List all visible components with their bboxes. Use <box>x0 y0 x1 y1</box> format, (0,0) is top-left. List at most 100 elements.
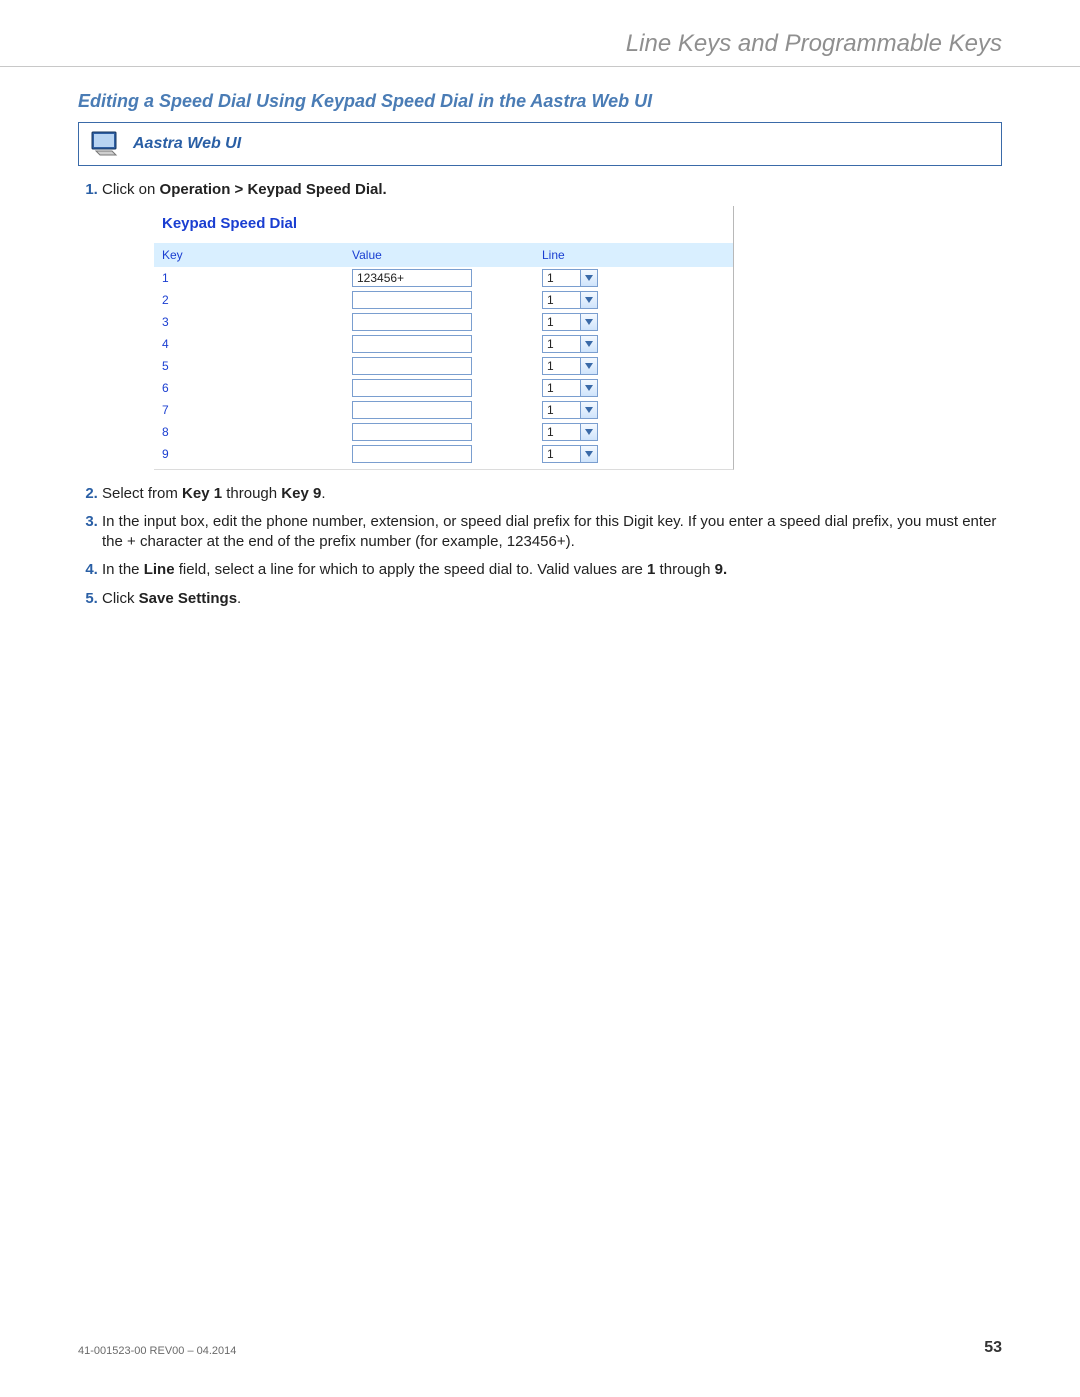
step-4: In the Line field, select a line for whi… <box>102 560 1002 580</box>
line-select-value: 1 <box>542 291 580 309</box>
value-cell <box>344 421 534 443</box>
table-row: 71 <box>154 399 733 421</box>
line-select-value: 1 <box>542 357 580 375</box>
line-cell: 1 <box>534 333 733 355</box>
button-ref: Save Settings <box>139 590 237 607</box>
line-select-value: 1 <box>542 313 580 331</box>
ui-screenshot: Keypad Speed Dial Key Value Line 1121314… <box>154 206 734 469</box>
step-text: . <box>321 485 325 502</box>
doc-reference: 41-001523-00 REV00 – 04.2014 <box>78 1345 236 1357</box>
line-select[interactable]: 1 <box>542 291 598 309</box>
line-select[interactable]: 1 <box>542 357 598 375</box>
table-row: 41 <box>154 333 733 355</box>
line-select[interactable]: 1 <box>542 379 598 397</box>
key-cell: 5 <box>154 355 344 377</box>
key-cell: 7 <box>154 399 344 421</box>
value-cell <box>344 355 534 377</box>
line-cell: 1 <box>534 399 733 421</box>
line-select[interactable]: 1 <box>542 401 598 419</box>
step-2: Select from Key 1 through Key 9. <box>102 484 1002 504</box>
step-text: through <box>655 561 714 578</box>
step-text: In the <box>102 561 144 578</box>
line-select-value: 1 <box>542 445 580 463</box>
key-cell: 1 <box>154 267 344 289</box>
line-cell: 1 <box>534 355 733 377</box>
value-input[interactable] <box>352 379 472 397</box>
chevron-down-icon[interactable] <box>580 335 598 353</box>
step-3: In the input box, edit the phone number,… <box>102 512 1002 553</box>
col-header-line: Line <box>534 243 733 267</box>
line-select[interactable]: 1 <box>542 313 598 331</box>
value-cell <box>344 377 534 399</box>
steps-list: Click on Operation > Keypad Speed Dial. … <box>78 180 1002 609</box>
header-rule <box>0 66 1080 67</box>
panel-title: Keypad Speed Dial <box>154 212 733 242</box>
chevron-down-icon[interactable] <box>580 401 598 419</box>
value-input[interactable] <box>352 269 472 287</box>
step-text: Select from <box>102 485 182 502</box>
value-cell <box>344 443 534 465</box>
chevron-down-icon[interactable] <box>580 379 598 397</box>
value-input[interactable] <box>352 313 472 331</box>
value-cell <box>344 333 534 355</box>
chevron-down-icon[interactable] <box>580 423 598 441</box>
line-select-value: 1 <box>542 379 580 397</box>
step-5: Click Save Settings. <box>102 589 1002 609</box>
key-cell: 4 <box>154 333 344 355</box>
value-input[interactable] <box>352 401 472 419</box>
table-row: 61 <box>154 377 733 399</box>
key-cell: 8 <box>154 421 344 443</box>
section-heading: Editing a Speed Dial Using Keypad Speed … <box>78 91 1002 112</box>
step-text: In the input box, edit the phone number,… <box>102 513 996 550</box>
line-cell: 1 <box>534 311 733 333</box>
key-cell: 9 <box>154 443 344 465</box>
table-row: 11 <box>154 267 733 289</box>
breadcrumb-title: Line Keys and Programmable Keys <box>78 30 1002 58</box>
line-cell: 1 <box>534 443 733 465</box>
step-text: field, select a line for which to apply … <box>175 561 648 578</box>
table-row: 91 <box>154 443 733 465</box>
line-select-value: 1 <box>542 269 580 287</box>
value-input[interactable] <box>352 335 472 353</box>
step-text: through <box>222 485 281 502</box>
chevron-down-icon[interactable] <box>580 357 598 375</box>
col-header-key: Key <box>154 243 344 267</box>
step-text: Click on <box>102 181 160 198</box>
chevron-down-icon[interactable] <box>580 445 598 463</box>
table-row: 31 <box>154 311 733 333</box>
value-cell <box>344 399 534 421</box>
table-row: 81 <box>154 421 733 443</box>
key-cell: 6 <box>154 377 344 399</box>
line-cell: 1 <box>534 421 733 443</box>
line-select[interactable]: 1 <box>542 335 598 353</box>
value-input[interactable] <box>352 445 472 463</box>
key-cell: 3 <box>154 311 344 333</box>
line-select[interactable]: 1 <box>542 269 598 287</box>
value-input[interactable] <box>352 357 472 375</box>
step-text: Click <box>102 590 139 607</box>
value-cell <box>344 267 534 289</box>
page-number: 53 <box>984 1339 1002 1357</box>
table-row: 51 <box>154 355 733 377</box>
chevron-down-icon[interactable] <box>580 269 598 287</box>
line-select-value: 1 <box>542 401 580 419</box>
callout-title: Aastra Web UI <box>133 135 241 153</box>
keypad-table: Key Value Line 112131415161718191 <box>154 243 733 465</box>
line-select[interactable]: 1 <box>542 423 598 441</box>
line-cell: 1 <box>534 289 733 311</box>
value-cell <box>344 289 534 311</box>
value-input[interactable] <box>352 423 472 441</box>
line-cell: 1 <box>534 267 733 289</box>
col-header-value: Value <box>344 243 534 267</box>
line-cell: 1 <box>534 377 733 399</box>
key-cell: 2 <box>154 289 344 311</box>
key-ref: Key 1 <box>182 485 222 502</box>
chevron-down-icon[interactable] <box>580 291 598 309</box>
callout-box: Aastra Web UI <box>78 122 1002 166</box>
key-ref: Key 9 <box>281 485 321 502</box>
chevron-down-icon[interactable] <box>580 313 598 331</box>
line-select-value: 1 <box>542 335 580 353</box>
line-select[interactable]: 1 <box>542 445 598 463</box>
value-input[interactable] <box>352 291 472 309</box>
step-nav-path: Operation > Keypad Speed Dial. <box>160 181 387 198</box>
